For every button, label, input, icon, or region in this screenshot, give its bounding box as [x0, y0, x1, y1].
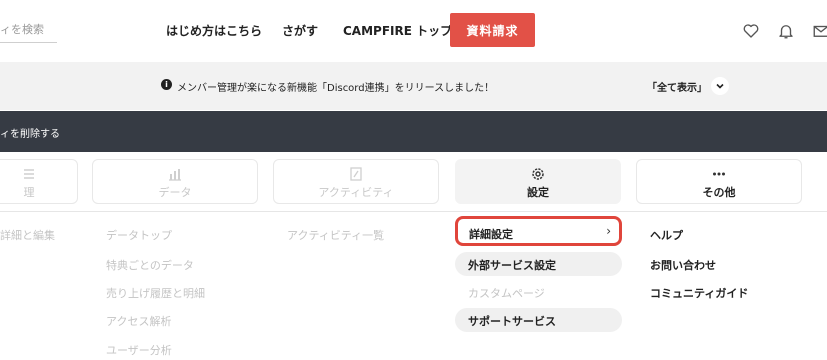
- menu-item-community-guide[interactable]: コミュニティガイド: [650, 285, 748, 301]
- tab-label: 設定: [527, 186, 549, 199]
- menu-item-sales-history[interactable]: 売り上げ履歴と明細: [106, 285, 205, 301]
- bar-chart-icon: [169, 169, 181, 181]
- tab-settings[interactable]: 設定: [455, 159, 621, 204]
- tab-label: アクティビティ: [318, 186, 394, 199]
- show-all-link[interactable]: 「全て表示」: [647, 79, 707, 94]
- nav-how-to-start[interactable]: はじめ方はこちら: [166, 22, 262, 39]
- mail-icon[interactable]: [812, 22, 827, 40]
- menu-item-details-edit[interactable]: 詳細と編集: [0, 227, 55, 243]
- menu-item-user-analysis[interactable]: ユーザー分析: [106, 342, 172, 358]
- tab-activity[interactable]: アクティビティ: [273, 159, 439, 204]
- tab-label: 理: [23, 186, 35, 199]
- more-icon: [713, 172, 725, 176]
- top-header: ィを検索 はじめ方はこちら さがす CAMPFIRE トップ 資料請求: [0, 0, 827, 62]
- nav-campfire-top[interactable]: CAMPFIRE トップ: [343, 22, 452, 39]
- chevron-down-icon[interactable]: [711, 77, 729, 95]
- chevron-right-icon: ›: [606, 224, 611, 238]
- request-materials-button[interactable]: 資料請求: [450, 13, 535, 47]
- bell-icon[interactable]: [777, 22, 795, 40]
- menu-item-access-analysis[interactable]: アクセス解析: [106, 313, 171, 329]
- tab-label: その他: [702, 186, 736, 199]
- document-edit-icon: [350, 167, 362, 181]
- search-input[interactable]: ィを検索: [0, 21, 44, 37]
- menu-item-label: 詳細設定: [469, 228, 513, 241]
- menu-item-reward-data[interactable]: 特典ごとのデータ: [106, 257, 194, 273]
- menu-item-label: サポートサービス: [468, 315, 556, 328]
- notice-bar: i メンバー管理が楽になる新機能「Discord連携」をリリースしました！ 「全…: [0, 62, 827, 110]
- menu-item-activity-list[interactable]: アクティビティ一覧: [287, 227, 384, 243]
- info-icon: i: [161, 79, 172, 90]
- delete-community-bar: ィを削除する: [0, 111, 827, 152]
- menu-item-help[interactable]: ヘルプ: [650, 227, 683, 243]
- gear-icon: [532, 168, 544, 180]
- list-icon: [24, 169, 34, 179]
- tab-data[interactable]: データ: [92, 159, 258, 204]
- heart-icon[interactable]: [742, 22, 760, 40]
- tab-label: データ: [158, 186, 192, 199]
- menu-item-data-top[interactable]: データトップ: [106, 227, 172, 243]
- tab-manage[interactable]: 理: [0, 159, 78, 204]
- search-underline: [0, 42, 57, 43]
- menu-item-contact[interactable]: お問い合わせ: [650, 257, 716, 273]
- menu-item-custom-page[interactable]: カスタムページ: [468, 285, 545, 301]
- menu-item-support-services[interactable]: サポートサービス: [455, 308, 622, 332]
- menu-item-advanced-settings[interactable]: 詳細設定 ›: [455, 216, 622, 246]
- tabs-divider: [0, 211, 827, 212]
- delete-community-link[interactable]: ィを削除する: [0, 125, 60, 140]
- notice-text[interactable]: メンバー管理が楽になる新機能「Discord連携」をリリースしました！: [177, 79, 494, 94]
- menu-item-external-services[interactable]: 外部サービス設定: [455, 252, 622, 276]
- tab-other[interactable]: その他: [636, 159, 802, 204]
- menu-item-label: 外部サービス設定: [468, 259, 556, 272]
- nav-search[interactable]: さがす: [282, 22, 318, 39]
